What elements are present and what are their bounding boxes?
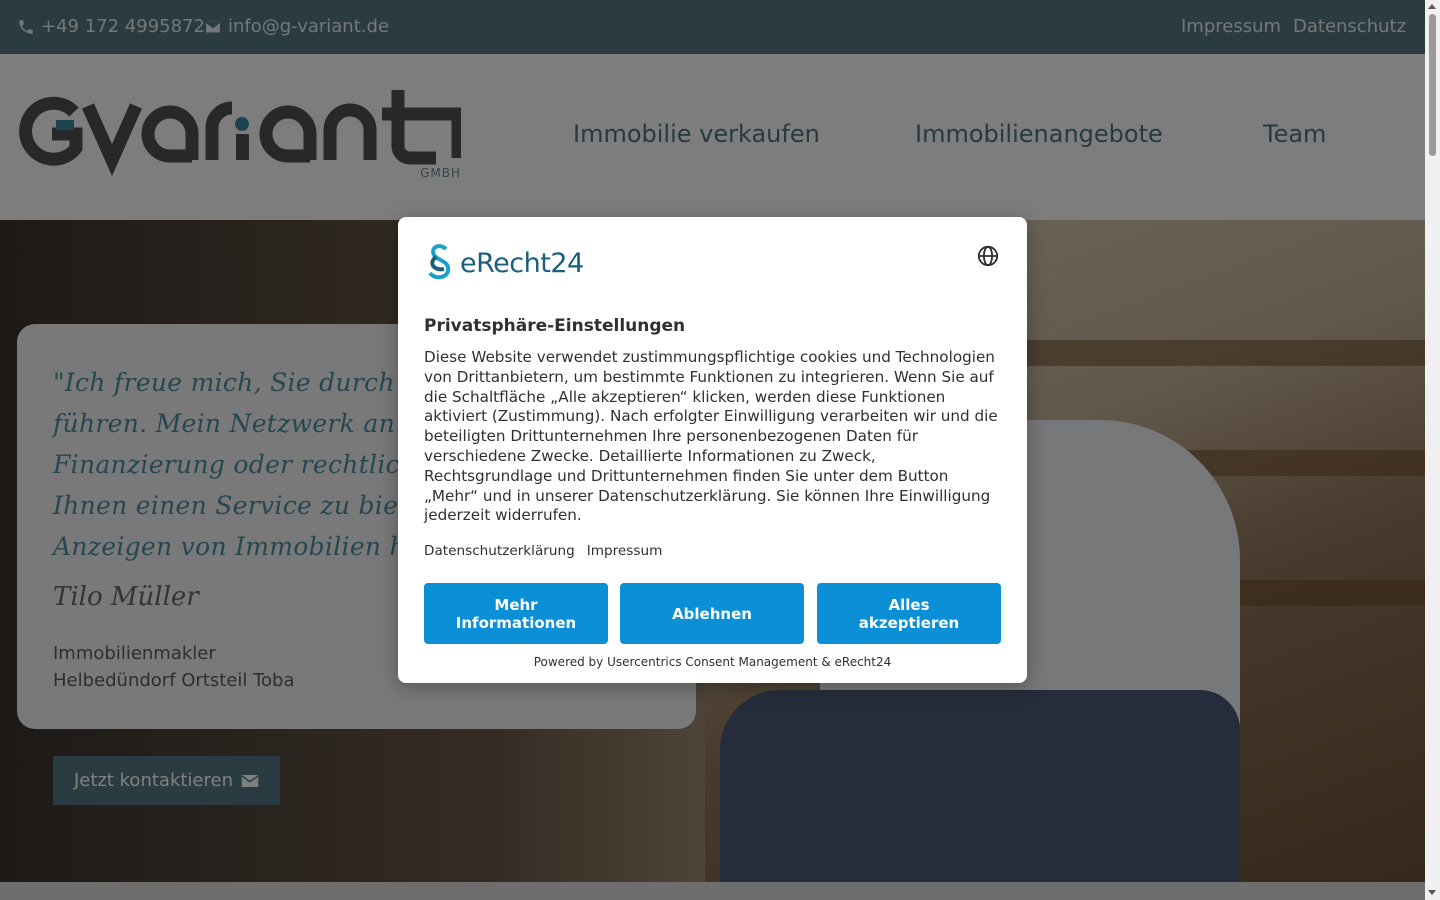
scroll-down-arrow[interactable] xyxy=(1428,890,1436,895)
more-information-label: Mehr Informationen xyxy=(455,595,577,632)
imprint-link[interactable]: Impressum xyxy=(587,543,663,559)
privacy-policy-link[interactable]: Datenschutzerklärung xyxy=(424,543,575,559)
powered-by-text: Powered by Usercentrics Consent Manageme… xyxy=(533,655,892,669)
page-scrollbar[interactable] xyxy=(1425,0,1440,900)
consent-title: Privatsphäre-Einstellungen xyxy=(424,316,686,336)
scroll-up-arrow[interactable] xyxy=(1428,4,1436,9)
accept-all-label: Alles akzeptieren xyxy=(858,595,960,632)
consent-links: Datenschutzerklärung Impressum xyxy=(424,543,662,559)
erecht24-logo: eRecht24 xyxy=(424,243,584,283)
consent-dialog: eRecht24 Privatsphäre-Einstellungen Dies… xyxy=(398,217,1027,683)
erecht24-brand-text: eRecht24 xyxy=(460,247,584,279)
accept-all-button[interactable]: Alles akzeptieren xyxy=(817,583,1001,644)
deny-label: Ablehnen xyxy=(672,604,752,623)
consent-description: Diese Website verwendet zustimmungspflic… xyxy=(424,348,998,525)
section-sign-icon xyxy=(428,244,451,280)
language-globe-icon[interactable] xyxy=(977,245,999,271)
more-information-button[interactable]: Mehr Informationen xyxy=(424,583,608,644)
scrollbar-thumb[interactable] xyxy=(1429,14,1436,156)
deny-button[interactable]: Ablehnen xyxy=(620,583,804,644)
